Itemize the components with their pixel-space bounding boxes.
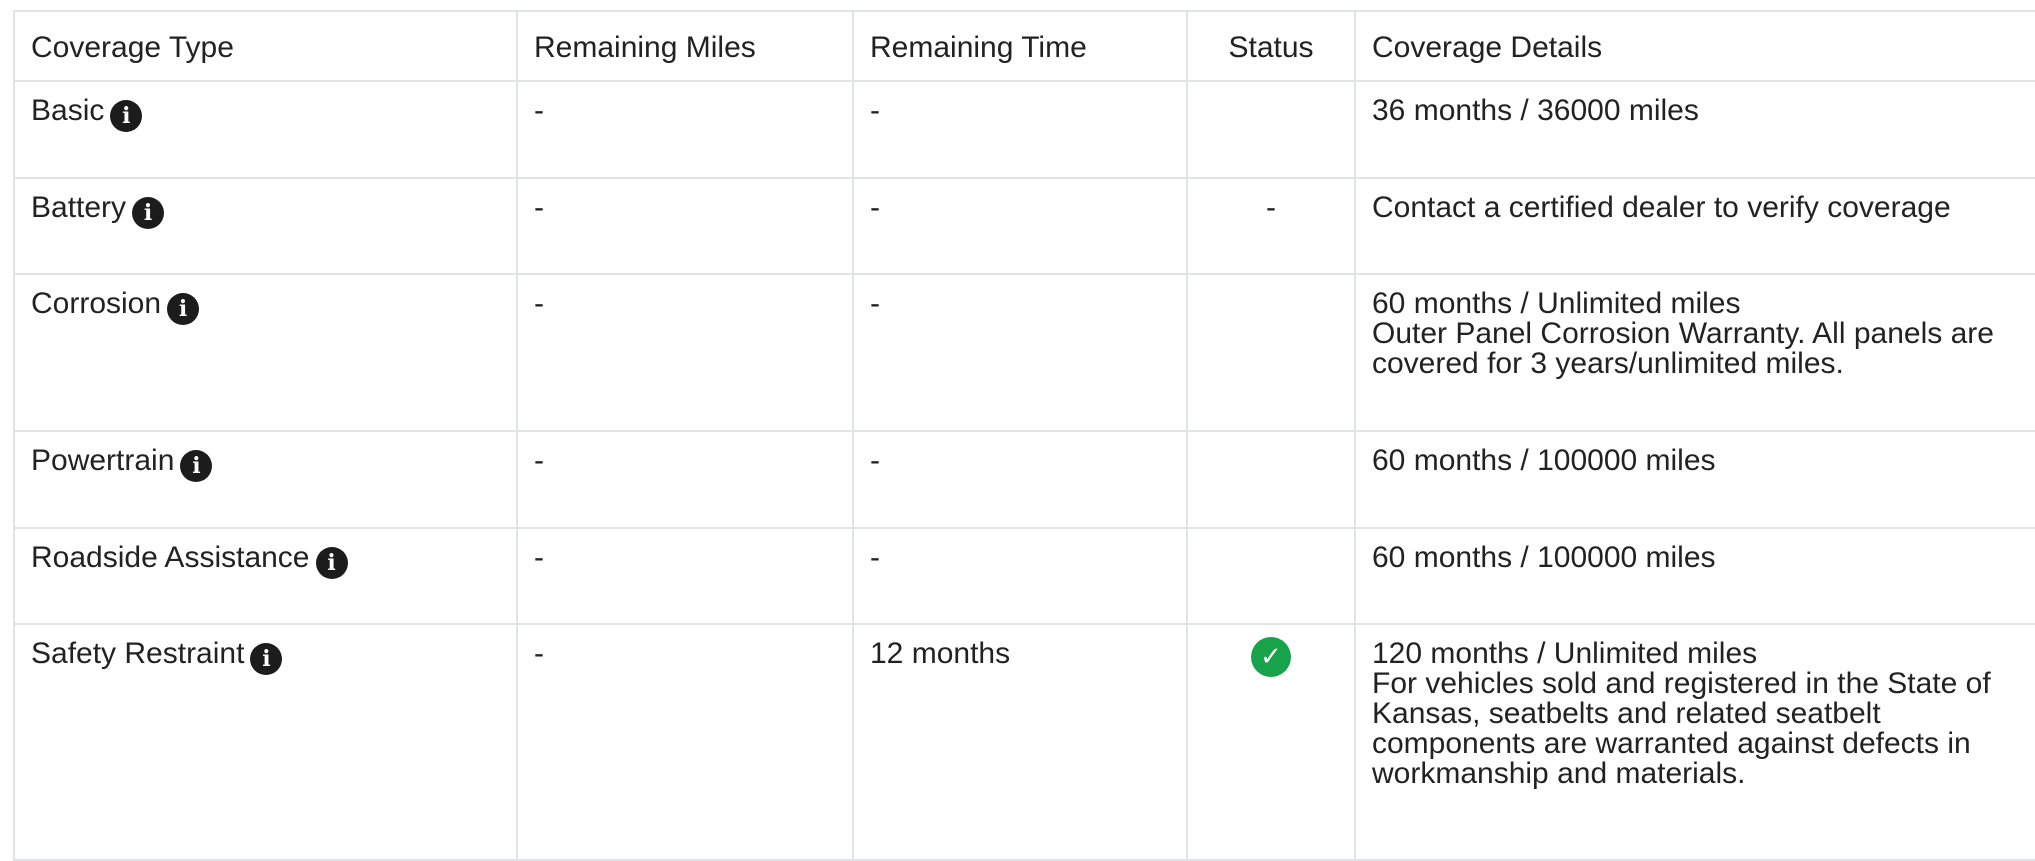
remaining-miles-cell: - <box>516 430 854 529</box>
status-cell: - <box>1186 177 1356 275</box>
coverage-details-cell: 60 months / Unlimited miles Outer Panel C… <box>1354 273 2035 432</box>
coverage-type-label: Basic <box>31 94 105 127</box>
table-row: Corrosion i - - 60 months / Unlimited mil… <box>13 273 2035 432</box>
header-status: Status <box>1186 10 1356 82</box>
coverage-type-cell: Roadside Assistance i <box>13 527 518 625</box>
info-icon[interactable]: i <box>180 450 213 482</box>
info-icon[interactable]: i <box>110 100 143 132</box>
coverage-type-label: Powertrain <box>31 444 175 477</box>
table-row: Roadside Assistance i - - 60 months / 100… <box>13 527 2035 625</box>
header-remaining-miles: Remaining Miles <box>516 10 854 82</box>
warranty-coverage-table: Coverage Type Remaining Miles Remaining … <box>13 10 2035 861</box>
coverage-type-label: Safety Restraint <box>31 637 245 670</box>
coverage-type-label: Roadside Assistance <box>31 541 310 574</box>
coverage-details-summary: 60 months / 100000 miles <box>1372 541 1716 574</box>
coverage-type-cell: Powertrain i <box>13 430 518 529</box>
coverage-details-summary: 120 months / Unlimited miles <box>1372 637 1758 670</box>
info-icon[interactable]: i <box>132 197 165 229</box>
remaining-miles-cell: - <box>516 177 854 275</box>
coverage-type-label: Battery <box>31 191 127 224</box>
coverage-details-summary: Contact a certified dealer to verify cov… <box>1372 191 1951 224</box>
coverage-details-cell: Contact a certified dealer to verify cov… <box>1354 177 2035 275</box>
coverage-type-cell: Corrosion i <box>13 273 518 432</box>
coverage-details-cell: 36 months / 36000 miles <box>1354 80 2035 179</box>
coverage-details-cell: 60 months / 100000 miles <box>1354 527 2035 625</box>
info-icon[interactable]: i <box>167 293 200 325</box>
remaining-miles-cell: - <box>516 623 854 861</box>
table-row: Battery i - - - Contact a certified deale… <box>13 177 2035 275</box>
warranty-coverage-table-container: Coverage Type Remaining Miles Remaining … <box>13 10 2035 861</box>
coverage-details-cell: 120 months / Unlimited miles For vehicles… <box>1354 623 2035 861</box>
table-row: Basic i - - 36 months / 36000 miles <box>13 80 2035 179</box>
coverage-details-summary: 60 months / Unlimited miles <box>1372 287 1741 320</box>
table-header-row: Coverage Type Remaining Miles Remaining … <box>13 10 2035 82</box>
coverage-type-cell: Basic i <box>13 80 518 179</box>
header-coverage-details: Coverage Details <box>1354 10 2035 82</box>
coverage-details-summary: 60 months / 100000 miles <box>1372 444 1716 477</box>
header-coverage-type: Coverage Type <box>13 10 518 82</box>
status-cell <box>1186 527 1356 625</box>
coverage-details-cell: 60 months / 100000 miles <box>1354 430 2035 529</box>
remaining-time-cell: - <box>852 177 1188 275</box>
remaining-time-cell: - <box>852 80 1188 179</box>
header-remaining-time: Remaining Time <box>852 10 1188 82</box>
remaining-miles-cell: - <box>516 80 854 179</box>
status-cell <box>1186 430 1356 529</box>
remaining-time-cell: 12 months <box>852 623 1188 861</box>
remaining-miles-cell: - <box>516 273 854 432</box>
remaining-miles-cell: - <box>516 527 854 625</box>
status-cell: ✓ <box>1186 623 1356 861</box>
table-row: Safety Restraint i - 12 months ✓ 120 mont… <box>13 623 2035 861</box>
remaining-time-cell: - <box>852 430 1188 529</box>
coverage-details-note: For vehicles sold and registered in the … <box>1372 667 1991 790</box>
coverage-details-summary: 36 months / 36000 miles <box>1372 94 1699 127</box>
info-icon[interactable]: i <box>315 547 348 579</box>
remaining-time-cell: - <box>852 527 1188 625</box>
info-icon[interactable]: i <box>250 643 283 675</box>
coverage-type-cell: Battery i <box>13 177 518 275</box>
status-cell <box>1186 273 1356 432</box>
status-cell <box>1186 80 1356 179</box>
coverage-type-label: Corrosion <box>31 287 162 320</box>
remaining-time-cell: - <box>852 273 1188 432</box>
check-circle-icon: ✓ <box>1251 637 1291 677</box>
coverage-type-cell: Safety Restraint i <box>13 623 518 861</box>
table-row: Powertrain i - - 60 months / 100000 miles <box>13 430 2035 529</box>
coverage-details-note: Outer Panel Corrosion Warranty. All pane… <box>1372 317 1994 380</box>
